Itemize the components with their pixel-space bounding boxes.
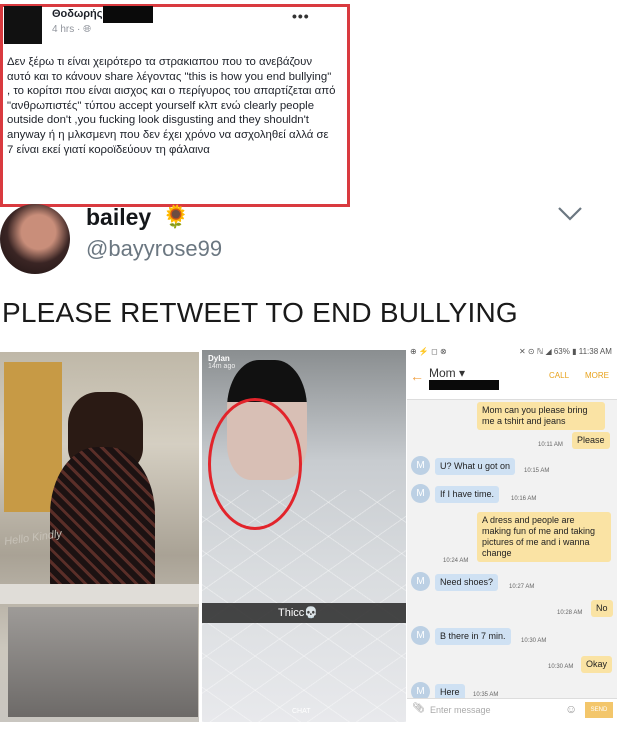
message-bubble-incoming[interactable]: Need shoes? [435, 574, 499, 591]
message-time: 10:27 AM [509, 584, 535, 590]
smiley-icon[interactable]: ☺ [565, 702, 577, 716]
redaction-box [103, 6, 153, 23]
more-options-button[interactable]: ••• [292, 8, 310, 24]
message-bubble-outgoing[interactable]: No [591, 600, 613, 617]
post-body: Δεν ξέρω τι είναι χειρότερο τα στρακιαπο… [7, 56, 336, 156]
send-button[interactable]: SEND [585, 702, 613, 718]
redaction-box [429, 380, 499, 390]
snap-chat-label[interactable]: CHAT [292, 708, 311, 715]
avatar[interactable] [0, 204, 70, 274]
message-time: 10:28 AM [557, 610, 583, 616]
snap-username: Dylan [208, 354, 230, 363]
message-bubble-outgoing[interactable]: A dress and people are making fun of me … [477, 512, 611, 562]
post-author[interactable]: Θοδωρής [52, 8, 102, 20]
message-time: 10:11 AM [538, 442, 563, 448]
sms-conversation: ⊕ ⚡ ◻ ⊗ ✕ ⊙ ℕ ◢ 63% ▮ 11:38 AM ← Mom ▾ C… [407, 344, 617, 722]
message-input[interactable]: Enter message [430, 705, 491, 715]
status-icons-right: ✕ ⊙ ℕ ◢ 63% ▮ 11:38 AM [519, 347, 612, 356]
sink-counter [8, 607, 198, 717]
contact-avatar: M [411, 456, 430, 475]
status-icons-left: ⊕ ⚡ ◻ ⊗ [410, 347, 447, 356]
message-time: 10:30 AM [521, 638, 547, 644]
snap-caption: Thicc💀 [278, 607, 318, 619]
message-bubble-outgoing[interactable]: Mom can you please bring me a tshirt and… [477, 402, 605, 430]
message-time: 10:15 AM [524, 468, 550, 474]
contact-name[interactable]: Mom ▾ [429, 366, 465, 380]
tweet-author-name[interactable]: bailey [86, 204, 151, 231]
back-arrow-icon[interactable]: ← [410, 368, 424, 384]
message-bubble-outgoing[interactable]: Please [572, 432, 610, 449]
contact-avatar: M [411, 626, 430, 645]
sunflower-icon: 🌻 [162, 204, 190, 229]
paperclip-icon[interactable]: 📎︎ [412, 703, 425, 714]
mirror-selfie-image: Hello Kindly [0, 352, 199, 722]
message-bubble-incoming[interactable]: U? What u got on [435, 458, 516, 475]
tweet-text: PLEASE RETWEET TO END BULLYING [2, 297, 518, 328]
red-circle-annotation [208, 398, 302, 530]
message-time: 10:24 AM [443, 558, 469, 564]
message-bubble-incoming[interactable]: If I have time. [435, 486, 500, 503]
globe-icon: 🌐︎ [83, 24, 92, 35]
call-button[interactable]: CALL [549, 371, 569, 380]
message-time: 10:16 AM [511, 496, 537, 502]
mirror-frame [0, 584, 199, 604]
post-time-text: 4 hrs · [52, 24, 84, 35]
snapchat-image: Dylan 14m ago Thicc💀 CHAT [202, 350, 406, 722]
message-bubble-outgoing[interactable]: Okay [581, 656, 613, 673]
post-time[interactable]: 4 hrs · 🌐︎ [52, 24, 91, 35]
chevron-down-icon[interactable] [557, 206, 583, 222]
more-button[interactable]: MORE [585, 371, 609, 380]
avatar[interactable] [4, 6, 42, 44]
contact-avatar: M [411, 572, 430, 591]
message-bubble-incoming[interactable]: B there in 7 min. [435, 628, 511, 645]
contact-avatar: M [411, 484, 430, 503]
person-dress [50, 447, 155, 597]
tweet-author-handle[interactable]: @bayyrose99 [86, 236, 222, 262]
message-time: 10:30 AM [548, 664, 574, 670]
snap-time: 14m ago [208, 363, 236, 370]
